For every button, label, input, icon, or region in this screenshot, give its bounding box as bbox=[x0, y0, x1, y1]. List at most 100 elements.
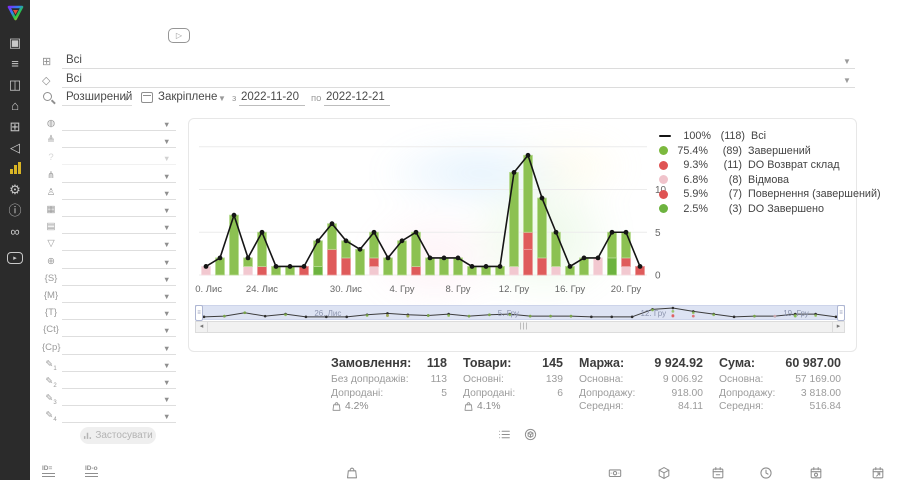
basket-icon[interactable] bbox=[345, 466, 359, 485]
filter-input-underline[interactable] bbox=[62, 422, 176, 423]
app-logo-icon[interactable] bbox=[7, 5, 24, 22]
filter-input-underline[interactable] bbox=[62, 199, 176, 200]
bar-segment bbox=[384, 258, 393, 275]
legend-item[interactable]: 75.4%(89)Завершений bbox=[659, 144, 881, 159]
legend-item[interactable]: 5.9%(7)Повернення (завершений) bbox=[659, 187, 881, 202]
list-view-icon[interactable] bbox=[498, 428, 511, 446]
chevron-down-icon[interactable]: ▼ bbox=[163, 154, 170, 163]
scroll-right-icon[interactable]: ▸ bbox=[832, 322, 844, 332]
data-point bbox=[638, 264, 643, 269]
sidebar-item-analytics-icon[interactable] bbox=[0, 158, 30, 178]
range-handle-right[interactable]: ≡ bbox=[837, 305, 845, 321]
filter-input-underline[interactable] bbox=[62, 336, 176, 337]
search-icon[interactable] bbox=[43, 92, 52, 101]
stats-title: Замовлення: bbox=[331, 356, 411, 370]
filter-input-underline[interactable] bbox=[62, 405, 176, 406]
chevron-down-icon[interactable]: ▼ bbox=[163, 120, 170, 129]
sort-id-o-icon[interactable]: ID-o bbox=[85, 466, 98, 477]
scrollbar-grip[interactable]: ||| bbox=[514, 322, 534, 332]
chevron-down-icon[interactable]: ▼ bbox=[843, 76, 851, 85]
calendar-icon[interactable] bbox=[141, 92, 153, 103]
filter-input-underline[interactable] bbox=[62, 371, 176, 372]
calendar-date-icon[interactable] bbox=[711, 466, 725, 485]
sidebar-item-customers-icon[interactable]: ◫ bbox=[0, 74, 30, 94]
filter-input-underline[interactable] bbox=[62, 216, 176, 217]
chevron-down-icon[interactable]: ▼ bbox=[163, 412, 170, 421]
chevron-down-icon[interactable]: ▼ bbox=[163, 189, 170, 198]
range-handle-left[interactable]: ≡ bbox=[195, 305, 203, 321]
date-from-input[interactable]: 2022-11-20 bbox=[241, 91, 299, 103]
filter-input-underline[interactable] bbox=[62, 164, 176, 165]
filter-input-underline[interactable] bbox=[62, 319, 176, 320]
legend-dot-marker bbox=[659, 146, 668, 155]
status-filter-select[interactable]: Всі bbox=[66, 54, 82, 66]
sidebar-item-settings-icon[interactable]: ⚙ bbox=[0, 179, 30, 199]
chevron-down-icon[interactable]: ▼ bbox=[218, 94, 226, 103]
filter-input-underline[interactable] bbox=[62, 354, 176, 355]
filter-input-underline[interactable] bbox=[62, 250, 176, 251]
chevron-down-icon[interactable]: ▼ bbox=[163, 378, 170, 387]
period-mode-select[interactable]: Закріплене bbox=[158, 91, 217, 103]
chevron-down-icon[interactable]: ▼ bbox=[122, 94, 130, 103]
sidebar-item-company-icon[interactable]: ⌂ bbox=[0, 95, 30, 115]
calendar-repeat-icon[interactable] bbox=[809, 466, 823, 485]
chevron-down-icon[interactable]: ▼ bbox=[163, 223, 170, 232]
scroll-left-icon[interactable]: ◂ bbox=[196, 322, 208, 332]
chevron-down-icon[interactable]: ▼ bbox=[843, 57, 851, 66]
filter-input-underline[interactable] bbox=[62, 147, 176, 148]
divider bbox=[324, 105, 390, 106]
product-filter-select[interactable]: Всі bbox=[66, 73, 82, 85]
chevron-down-icon[interactable]: ▼ bbox=[163, 361, 170, 370]
money-icon[interactable] bbox=[608, 466, 622, 485]
data-point bbox=[582, 256, 587, 261]
legend-item[interactable]: 9.3%(11)DO Возврат склад bbox=[659, 158, 881, 173]
chart-range-navigator[interactable]: ≡ ≡ 26. Лис5. Гру12. Гру19. Гру bbox=[195, 305, 845, 320]
calendar-export-icon[interactable] bbox=[871, 466, 885, 485]
filter-input-underline[interactable] bbox=[62, 268, 176, 269]
chevron-down-icon[interactable]: ▼ bbox=[163, 292, 170, 301]
chevron-down-icon[interactable]: ▼ bbox=[163, 326, 170, 335]
stats-value: 145 bbox=[532, 356, 563, 370]
date-to-input[interactable]: 2022-12-21 bbox=[326, 91, 385, 103]
product-view-icon[interactable] bbox=[524, 428, 537, 446]
svg-text:24. Лис: 24. Лис bbox=[246, 284, 278, 295]
filter-input-underline[interactable] bbox=[62, 302, 176, 303]
data-point bbox=[274, 264, 279, 269]
data-point bbox=[344, 238, 349, 243]
sidebar-item-cart-icon[interactable]: ⊞ bbox=[0, 116, 30, 136]
divider bbox=[62, 87, 855, 88]
chevron-down-icon[interactable]: ▼ bbox=[163, 137, 170, 146]
clock-icon[interactable] bbox=[759, 466, 773, 485]
sidebar-item-partners-icon[interactable]: ∞ bbox=[0, 221, 30, 241]
chevron-down-icon[interactable]: ▼ bbox=[163, 275, 170, 284]
sidebar-item-video-icon[interactable]: ▸ bbox=[0, 248, 30, 268]
stats-sub-value: 57 169.00 bbox=[787, 373, 841, 387]
apply-button[interactable]: Застосувати bbox=[80, 427, 156, 444]
sidebar-item-dashboard-icon[interactable]: ▣ bbox=[0, 32, 30, 52]
chevron-down-icon[interactable]: ▼ bbox=[163, 309, 170, 318]
legend-item[interactable]: 2.5%(3)DO Завершено bbox=[659, 202, 881, 217]
sidebar-item-orders-list-icon[interactable]: ≡ bbox=[0, 53, 30, 73]
filter-input-underline[interactable] bbox=[62, 130, 176, 131]
sidebar-item-info-icon[interactable]: ⓘ bbox=[0, 200, 30, 220]
chevron-down-icon[interactable]: ▼ bbox=[163, 172, 170, 181]
legend-item[interactable]: 100%(118)Всі bbox=[659, 129, 881, 144]
filter-input-underline[interactable] bbox=[62, 388, 176, 389]
filter-input-underline[interactable] bbox=[62, 285, 176, 286]
chevron-down-icon[interactable]: ▼ bbox=[163, 240, 170, 249]
chart-scrollbar[interactable]: ◂ ▸ ||| bbox=[195, 321, 845, 333]
legend-count: (11) bbox=[708, 159, 742, 171]
filter-input-underline[interactable] bbox=[62, 182, 176, 183]
filter-input-underline[interactable] bbox=[62, 233, 176, 234]
products-cube-icon[interactable] bbox=[657, 466, 671, 485]
data-point bbox=[568, 264, 573, 269]
legend-item[interactable]: 6.8%(8)Відмова bbox=[659, 173, 881, 188]
video-tutorial-icon[interactable]: ▷ bbox=[168, 28, 190, 43]
sort-id-lines-icon[interactable]: ID= bbox=[42, 466, 55, 477]
sidebar-item-marketing-icon[interactable]: ◁ bbox=[0, 137, 30, 157]
chart-card: 051020. Лис24. Лис30. Лис4. Гру8. Гру12.… bbox=[188, 118, 857, 352]
chevron-down-icon[interactable]: ▼ bbox=[163, 206, 170, 215]
chevron-down-icon[interactable]: ▼ bbox=[163, 395, 170, 404]
chevron-down-icon[interactable]: ▼ bbox=[163, 344, 170, 353]
chevron-down-icon[interactable]: ▼ bbox=[163, 258, 170, 267]
